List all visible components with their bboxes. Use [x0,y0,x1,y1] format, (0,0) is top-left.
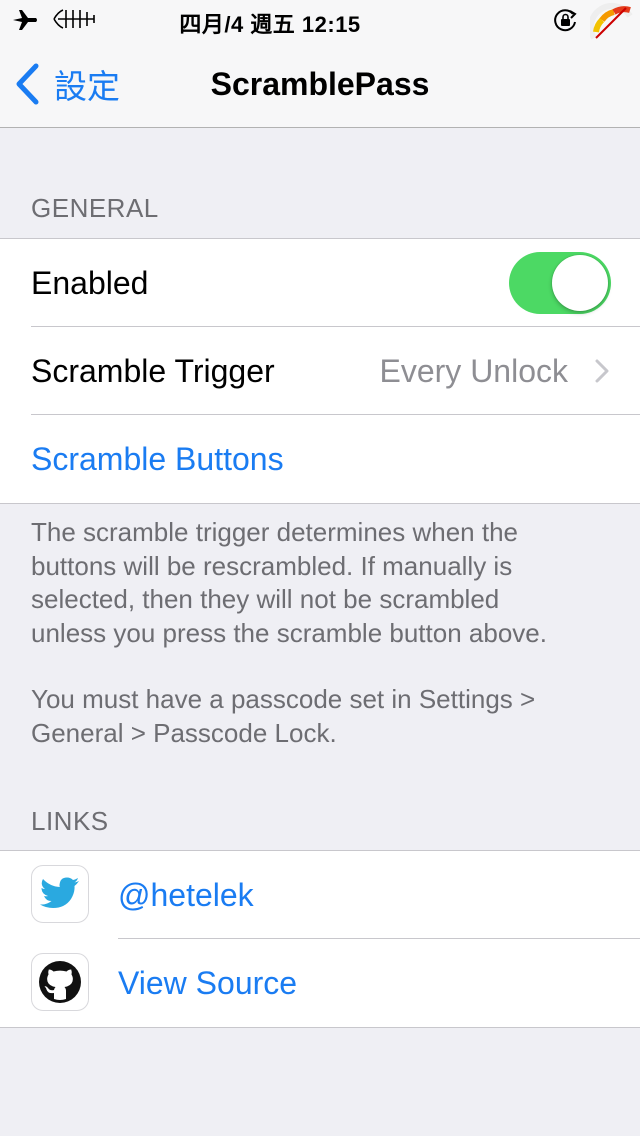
enabled-toggle[interactable] [509,252,611,314]
footer-line: General > Passcode Lock. [31,717,337,748]
links-group: @hetelek View Source [0,850,640,1028]
footer-line: unless you press the scramble button abo… [31,617,547,648]
toggle-knob [552,255,608,311]
footer-line: You must have a passcode set in Settings… [31,684,536,714]
status-bar: 四月/4 週五 12:15 [0,0,640,40]
scramble-buttons-row[interactable]: Scramble Buttons [0,415,640,503]
general-group: Enabled Scramble Trigger Every Unlock Sc… [0,238,640,504]
twitter-icon [40,877,79,908]
gauge-icon [590,2,633,40]
general-footer-text: The scramble trigger determines when the… [31,516,621,650]
footer-line: buttons will be rescrambled. If manually… [31,550,513,581]
scramble-trigger-label: Scramble Trigger [31,352,275,389]
enabled-label: Enabled [31,264,149,301]
back-button[interactable]: 設定 [14,62,144,106]
view-source-link-row[interactable]: View Source [0,939,640,1027]
view-source-link-label[interactable]: View Source [118,965,297,1002]
status-time: 四月/4 週五 12:15 [179,12,361,37]
twitter-link-label[interactable]: @hetelek [118,877,254,914]
chevron-left-icon [16,63,39,105]
footer-line: selected, then they will not be scramble… [31,584,500,614]
scramble-buttons-link[interactable]: Scramble Buttons [31,441,284,478]
github-icon [39,961,81,1003]
twitter-link-row[interactable]: @hetelek [0,851,640,939]
rotation-lock-icon [554,9,577,32]
github-icon-box [31,953,89,1011]
chevron-right-icon [595,359,609,383]
twitter-icon-box [31,865,89,923]
scramble-trigger-row[interactable]: Scramble Trigger Every Unlock [0,327,640,415]
enabled-row: Enabled [0,239,640,327]
footer-line: The scramble trigger determines when the [31,517,519,547]
scramble-trigger-value: Every Unlock [379,352,569,389]
back-button-label: 設定 [54,68,120,105]
section-header-links: LINKS [31,806,109,836]
section-header-general: GENERAL [31,193,159,223]
passcode-note-text: You must have a passcode set in Settings… [31,683,621,750]
navigation-bar: ScramblePass 設定 [0,40,640,128]
